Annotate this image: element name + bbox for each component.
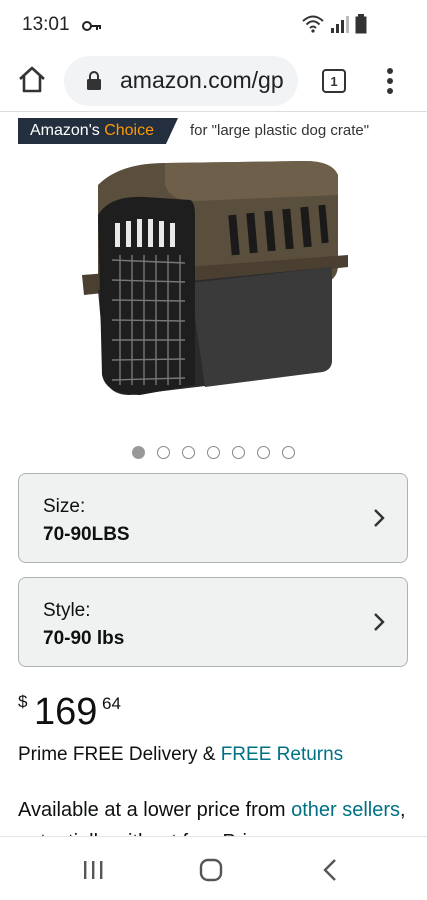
wifi-icon	[302, 15, 324, 33]
browser-toolbar: amazon.com/gp 1	[0, 50, 427, 112]
recents-icon[interactable]	[80, 857, 106, 883]
carousel-dot[interactable]	[257, 446, 270, 459]
signal-icon	[331, 16, 349, 33]
size-label: Size:	[43, 496, 86, 517]
home-circle-icon[interactable]	[198, 857, 224, 883]
price-whole: 169	[34, 691, 98, 733]
status-bar: 13:01	[0, 0, 427, 50]
other-sellers-link[interactable]: other sellers	[291, 799, 400, 821]
status-icons	[301, 14, 367, 34]
free-returns-link[interactable]: FREE Returns	[221, 744, 343, 765]
carousel-dot[interactable]	[207, 446, 220, 459]
delivery-info: Prime FREE Delivery & FREE Returns	[18, 744, 343, 766]
delivery-text: Prime FREE Delivery &	[18, 744, 221, 765]
key-icon	[82, 21, 101, 31]
image-carousel-dots	[0, 446, 427, 459]
product-image[interactable]	[70, 155, 360, 425]
size-selector[interactable]: Size: 70-90LBS	[18, 473, 408, 563]
style-selector[interactable]: Style: 70-90 lbs	[18, 577, 408, 667]
chevron-right-icon	[374, 613, 385, 631]
more-vert-icon[interactable]	[380, 66, 400, 96]
amazons-choice-badge: Amazon's Choice	[18, 118, 178, 144]
style-label: Style:	[43, 600, 91, 621]
availability-info: Available at a lower price from other se…	[18, 794, 418, 838]
back-icon[interactable]	[318, 857, 344, 883]
price-fraction: 64	[102, 694, 121, 713]
style-value: 70-90 lbs	[43, 628, 125, 649]
carousel-dot[interactable]	[232, 446, 245, 459]
url-text[interactable]: amazon.com/gp	[120, 67, 284, 94]
lock-icon	[87, 71, 101, 90]
carousel-dot[interactable]	[157, 446, 170, 459]
badge-highlight: Choice	[104, 122, 155, 139]
carousel-dot[interactable]	[132, 446, 145, 459]
battery-icon	[355, 14, 367, 34]
carousel-dot[interactable]	[182, 446, 195, 459]
carousel-dot[interactable]	[282, 446, 295, 459]
system-nav-bar	[0, 836, 427, 900]
chevron-right-icon	[374, 509, 385, 527]
home-icon[interactable]	[16, 64, 48, 96]
availability-text: Available at a lower price from	[18, 799, 292, 821]
choice-keyword: for "large plastic dog crate"	[190, 122, 370, 139]
url-bar[interactable]: amazon.com/gp	[64, 56, 298, 106]
tab-switcher-button[interactable]: 1	[322, 69, 346, 93]
size-value: 70-90LBS	[43, 524, 130, 545]
amazons-choice-banner: Amazon's Choice for "large plastic dog c…	[0, 117, 427, 147]
status-time: 13:01	[22, 14, 70, 35]
badge-prefix: Amazon's	[30, 122, 100, 139]
price-currency: $	[18, 692, 28, 711]
